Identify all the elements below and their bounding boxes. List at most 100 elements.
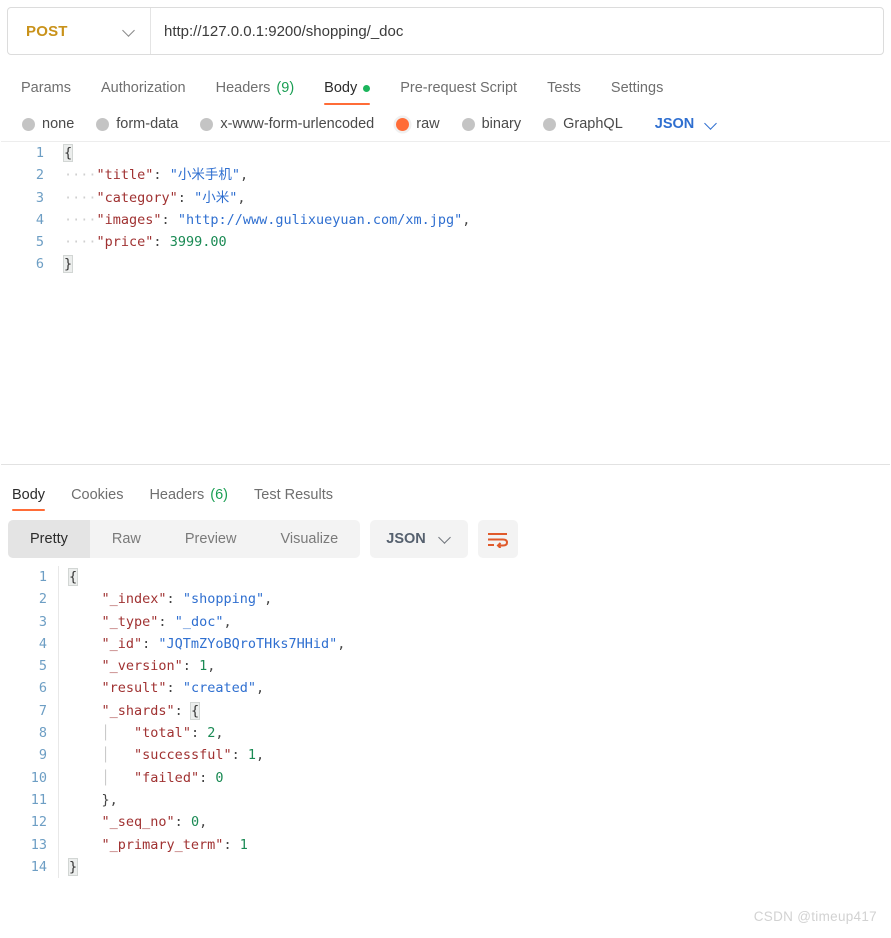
- tab-pre-request-script-label: Pre-request Script: [400, 80, 518, 96]
- line-number: 3: [35, 189, 44, 206]
- json-number: 0: [215, 769, 224, 786]
- json-key: "_version": [101, 658, 183, 675]
- comma: ,: [239, 167, 249, 184]
- body-type-raw[interactable]: raw: [396, 116, 440, 132]
- code-line: 4 "_id": "JQTmZYoBQroTHks7HHid",: [1, 632, 890, 656]
- body-type-binary[interactable]: binary: [461, 116, 522, 132]
- body-type-urlencoded[interactable]: x-www-form-urlencoded: [200, 116, 374, 132]
- request-code-area: 1 { 2 ····"title": "小米手机", 3 ····"catego…: [1, 142, 890, 276]
- line-content: │ "total": 2,: [58, 722, 224, 745]
- comma: ,: [256, 747, 265, 764]
- view-mode-visualize[interactable]: Visualize: [258, 520, 360, 558]
- json-key: "_id": [101, 635, 143, 652]
- code-line: 1 {: [1, 142, 890, 164]
- code-line: 3 "_type": "_doc",: [1, 610, 890, 633]
- colon: :: [158, 613, 175, 630]
- brace-open-shards: {: [189, 701, 201, 720]
- tab-params[interactable]: Params: [10, 80, 86, 105]
- line-number: 6: [38, 680, 47, 697]
- tab-headers[interactable]: Headers (9): [201, 80, 310, 105]
- line-content: "_type": "_doc",: [58, 610, 232, 633]
- colon: :: [153, 234, 170, 251]
- http-method-dropdown[interactable]: POST: [8, 8, 151, 54]
- json-key: "_primary_term": [101, 836, 224, 853]
- code-line: 3 ····"category": "小米",: [1, 187, 890, 209]
- radio-icon: [22, 117, 35, 131]
- word-wrap-toggle-button[interactable]: [477, 520, 518, 558]
- code-line: 1 {: [1, 566, 890, 589]
- code-line: 14 }: [1, 855, 890, 879]
- chevron-down-icon: [123, 25, 136, 38]
- body-type-binary-label: binary: [481, 116, 522, 132]
- json-key: "category": [96, 189, 178, 206]
- response-tab-body[interactable]: Body: [6, 487, 58, 511]
- line-number: 2: [35, 167, 44, 184]
- indent-dots: ····: [64, 167, 97, 184]
- code-line: 2 ····"title": "小米手机",: [1, 164, 890, 186]
- code-line: 5 "_version": 1,: [1, 655, 890, 678]
- tab-pre-request-script[interactable]: Pre-request Script: [385, 80, 532, 105]
- colon: :: [166, 591, 183, 608]
- brace-open: {: [62, 144, 74, 162]
- line-content: │ "failed": 0: [58, 766, 224, 789]
- code-line: 6 }: [1, 253, 890, 275]
- view-mode-pretty-label: Pretty: [30, 531, 68, 547]
- view-mode-pretty[interactable]: Pretty: [8, 520, 90, 558]
- colon: :: [231, 747, 248, 764]
- response-tab-test-results[interactable]: Test Results: [241, 487, 346, 511]
- response-body-viewer[interactable]: 1 { 2 "_index": "shopping", 3 "_type": "…: [1, 566, 890, 886]
- response-tab-bar: Body Cookies Headers (6) Test Results: [0, 477, 891, 511]
- body-type-form-data[interactable]: form-data: [96, 116, 178, 132]
- body-type-urlencoded-label: x-www-form-urlencoded: [220, 116, 375, 132]
- tab-tests-label: Tests: [547, 80, 581, 96]
- request-tab-bar: Params Authorization Headers (9) Body Pr…: [0, 67, 891, 105]
- code-line: 5 ····"price": 3999.00: [1, 231, 890, 253]
- line-content: ····"images": "http://www.gulixueyuan.co…: [56, 209, 470, 231]
- tab-authorization[interactable]: Authorization: [86, 80, 201, 105]
- line-number: 9: [38, 747, 47, 764]
- line-number: 8: [38, 725, 47, 742]
- line-content: "_seq_no": 0,: [58, 811, 207, 834]
- response-format-dropdown[interactable]: JSON: [370, 520, 468, 558]
- response-tab-headers[interactable]: Headers (6): [136, 487, 241, 511]
- tab-params-label: Params: [21, 80, 71, 96]
- tab-settings[interactable]: Settings: [596, 80, 678, 105]
- request-body-editor[interactable]: 1 { 2 ····"title": "小米手机", 3 ····"catego…: [1, 141, 890, 465]
- response-tab-cookies[interactable]: Cookies: [58, 487, 136, 511]
- request-format-label: JSON: [654, 116, 695, 132]
- tab-settings-label: Settings: [610, 80, 664, 96]
- line-content: "_version": 1,: [58, 655, 215, 678]
- colon: :: [182, 658, 200, 675]
- response-tab-test-results-label: Test Results: [254, 487, 333, 503]
- indent-dots: ····: [64, 211, 97, 228]
- body-type-none-label: none: [42, 116, 75, 132]
- tab-body[interactable]: Body: [309, 80, 385, 105]
- line-number: 3: [38, 613, 47, 630]
- code-line: 2 "_index": "shopping",: [1, 588, 890, 611]
- view-mode-preview[interactable]: Preview: [163, 520, 259, 558]
- request-format-dropdown[interactable]: JSON: [655, 116, 719, 132]
- colon: :: [161, 211, 178, 228]
- line-content: │ "successful": 1,: [58, 744, 265, 767]
- line-number: 10: [30, 769, 47, 786]
- url-input[interactable]: http://127.0.0.1:9200/shopping/_doc: [151, 8, 883, 54]
- body-type-none[interactable]: none: [22, 116, 74, 132]
- json-value: "shopping": [182, 591, 265, 608]
- json-key: "failed": [134, 769, 200, 786]
- line-number: 1: [35, 145, 44, 161]
- view-mode-raw[interactable]: Raw: [90, 520, 163, 558]
- tab-authorization-label: Authorization: [100, 80, 186, 96]
- colon: :: [174, 814, 191, 831]
- tab-tests[interactable]: Tests: [532, 80, 596, 105]
- view-mode-visualize-label: Visualize: [280, 531, 339, 547]
- json-key: "_seq_no": [101, 814, 175, 831]
- body-type-graphql[interactable]: GraphQL: [543, 116, 623, 132]
- response-tab-headers-count: (6): [210, 487, 228, 503]
- colon: :: [166, 680, 183, 697]
- comma: ,: [237, 189, 246, 206]
- line-content: "_primary_term": 1: [58, 833, 248, 856]
- watermark: CSDN @timeup417: [753, 909, 877, 924]
- radio-icon: [96, 117, 110, 131]
- response-code-area: 1 { 2 "_index": "shopping", 3 "_type": "…: [1, 566, 890, 879]
- tab-headers-count: (9): [276, 80, 295, 96]
